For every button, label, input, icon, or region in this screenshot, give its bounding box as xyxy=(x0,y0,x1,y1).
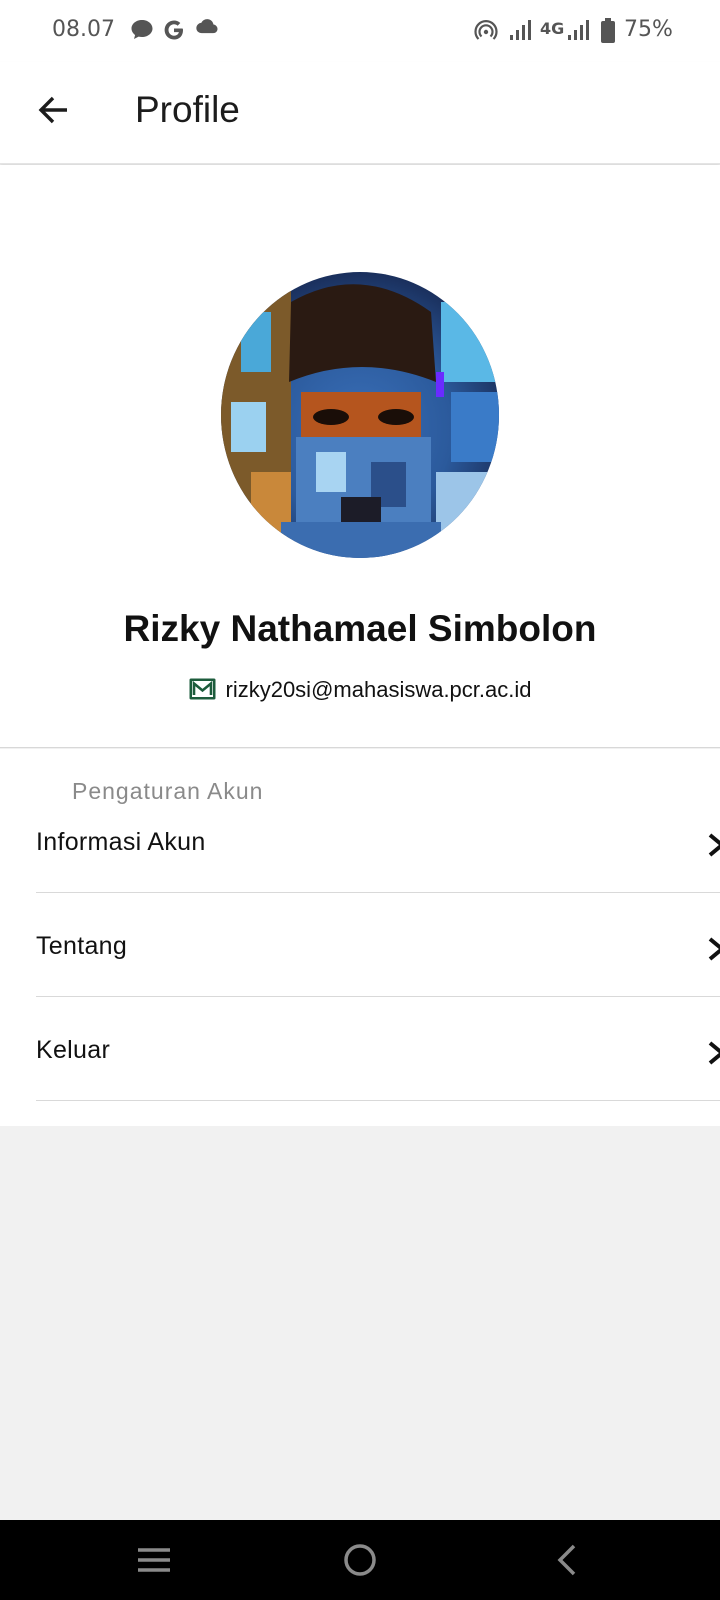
menu-item-label: Informasi Akun xyxy=(36,828,206,856)
avatar[interactable] xyxy=(221,272,499,558)
menu-item-tentang[interactable]: Tentang xyxy=(36,893,720,997)
system-nav-bar xyxy=(0,1520,720,1600)
google-icon xyxy=(164,20,183,40)
menu-item-keluar[interactable]: Keluar xyxy=(36,997,720,1101)
account-settings: Pengaturan Akun Informasi Akun Tentang K… xyxy=(0,749,720,1126)
signal-icon xyxy=(510,20,531,40)
network-type: 4G xyxy=(540,19,565,38)
profile-header: Rizky Nathamael Simbolon rizky20si@mahas… xyxy=(0,165,720,748)
chevron-right-icon xyxy=(708,937,720,961)
user-name: Rizky Nathamael Simbolon xyxy=(123,608,597,649)
chevron-right-icon xyxy=(708,1041,720,1065)
signal-icon xyxy=(568,20,589,40)
hotspot-icon xyxy=(474,20,498,40)
battery-level: 75% xyxy=(624,17,673,42)
back-icon[interactable] xyxy=(548,1540,588,1580)
message-icon xyxy=(131,20,153,39)
cloud-icon xyxy=(196,19,218,34)
email-row: rizky20si@mahasiswa.pcr.ac.id xyxy=(0,677,720,703)
divider xyxy=(0,747,720,748)
arrow-left-icon[interactable] xyxy=(34,90,74,130)
menu-icon[interactable] xyxy=(134,1540,174,1580)
user-email: rizky20si@mahasiswa.pcr.ac.id xyxy=(225,677,532,702)
battery-icon xyxy=(601,18,615,43)
chevron-right-icon xyxy=(708,833,720,857)
menu-item-label: Tentang xyxy=(36,932,128,960)
menu-item-informasi-akun[interactable]: Informasi Akun xyxy=(36,789,720,893)
menu-item-label: Keluar xyxy=(36,1036,111,1064)
home-icon[interactable] xyxy=(340,1540,380,1580)
gmail-icon xyxy=(189,678,215,700)
page-title: Profile xyxy=(135,89,240,130)
app-bar: Profile xyxy=(0,62,720,164)
status-time: 08.07 xyxy=(52,17,115,42)
status-bar: 08.07 4G 75% xyxy=(0,0,720,62)
